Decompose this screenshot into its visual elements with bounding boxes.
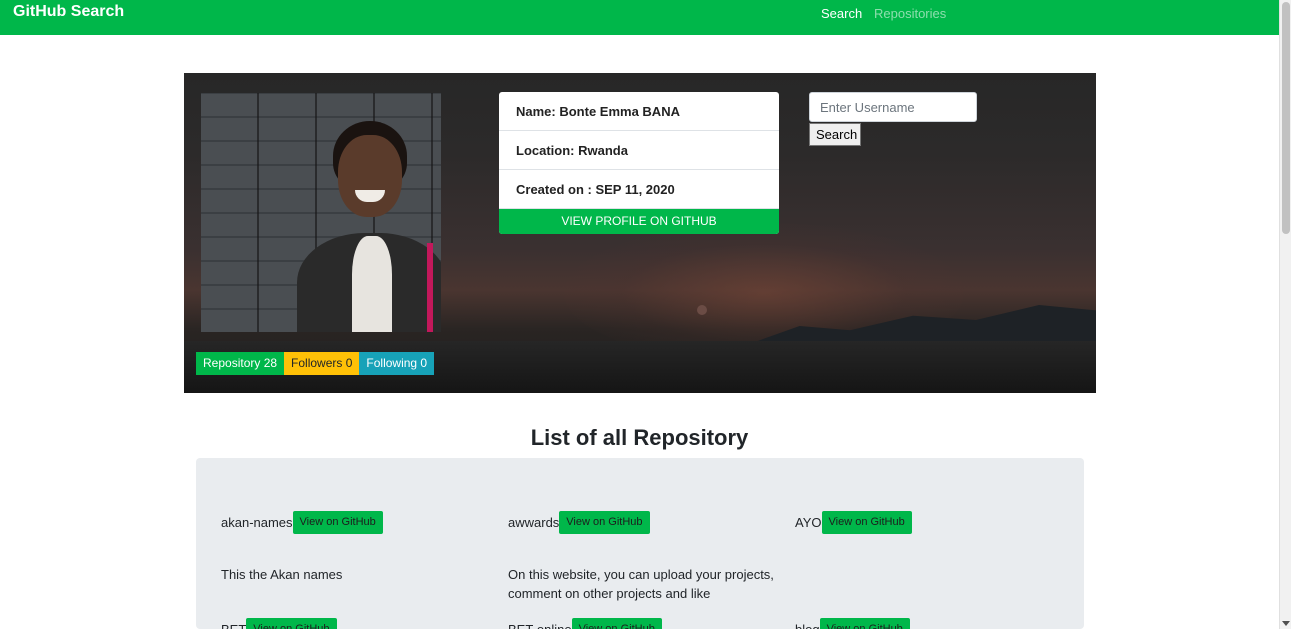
- profile-created-date: Created on : SEP 11, 2020: [499, 170, 779, 209]
- nav-link-search[interactable]: Search: [821, 6, 862, 21]
- repository-name: blog: [795, 618, 820, 629]
- repository-name: awwards: [508, 515, 560, 530]
- repository-count-badge: Repository 28: [196, 352, 285, 375]
- view-on-github-button[interactable]: View on GitHub: [246, 618, 337, 629]
- nav-link-repositories[interactable]: Repositories: [874, 6, 946, 21]
- brand-title[interactable]: GitHub Search: [13, 3, 124, 21]
- repository-item: BET-online View on GitHub: [508, 618, 778, 629]
- background-sun: [697, 305, 707, 315]
- navbar: GitHub Search Search Repositories: [0, 0, 1279, 35]
- repository-item: BET View on GitHub: [221, 618, 491, 629]
- scrollbar-thumb[interactable]: [1282, 2, 1290, 234]
- repository-item: akan-names View on GitHub This the Akan …: [221, 511, 491, 584]
- repository-item: AYO View on GitHub: [795, 511, 1065, 565]
- search-button[interactable]: Search: [809, 123, 861, 146]
- repository-description: This the Akan names: [221, 567, 343, 582]
- following-count-badge: Following 0: [359, 352, 435, 375]
- profile-info-card: Name: Bonte Emma BANA Location: Rwanda C…: [499, 92, 779, 234]
- repository-name: BET-online: [508, 618, 572, 629]
- view-on-github-button[interactable]: View on GitHub: [292, 511, 383, 534]
- username-search-input[interactable]: [809, 92, 977, 122]
- view-on-github-button[interactable]: View on GitHub: [819, 618, 910, 629]
- repository-name: AYO: [795, 515, 822, 530]
- repository-description: On this website, you can upload your pro…: [508, 567, 774, 601]
- profile-hero: Name: Bonte Emma BANA Location: Rwanda C…: [184, 73, 1096, 393]
- profile-stats: Repository 28 Followers 0 Following 0: [196, 352, 435, 375]
- avatar: [201, 93, 441, 332]
- repository-name: BET: [221, 618, 246, 629]
- profile-location: Location: Rwanda: [499, 131, 779, 170]
- repository-name: akan-names: [221, 515, 293, 530]
- view-profile-button[interactable]: VIEW PROFILE ON GITHUB: [499, 209, 779, 234]
- repository-item: blog View on GitHub: [795, 618, 1065, 629]
- repository-item: awwards View on GitHub On this website, …: [508, 511, 778, 603]
- view-on-github-button[interactable]: View on GitHub: [571, 618, 662, 629]
- repository-list-title: List of all Repository: [530, 425, 749, 450]
- repository-list: akan-names View on GitHub This the Akan …: [196, 458, 1084, 629]
- view-on-github-button[interactable]: View on GitHub: [821, 511, 912, 534]
- profile-name: Name: Bonte Emma BANA: [499, 92, 779, 131]
- view-on-github-button[interactable]: View on GitHub: [559, 511, 650, 534]
- followers-count-badge: Followers 0: [284, 352, 360, 375]
- page-scrollbar[interactable]: [1279, 0, 1291, 629]
- scroll-down-arrow-icon[interactable]: [1282, 621, 1290, 626]
